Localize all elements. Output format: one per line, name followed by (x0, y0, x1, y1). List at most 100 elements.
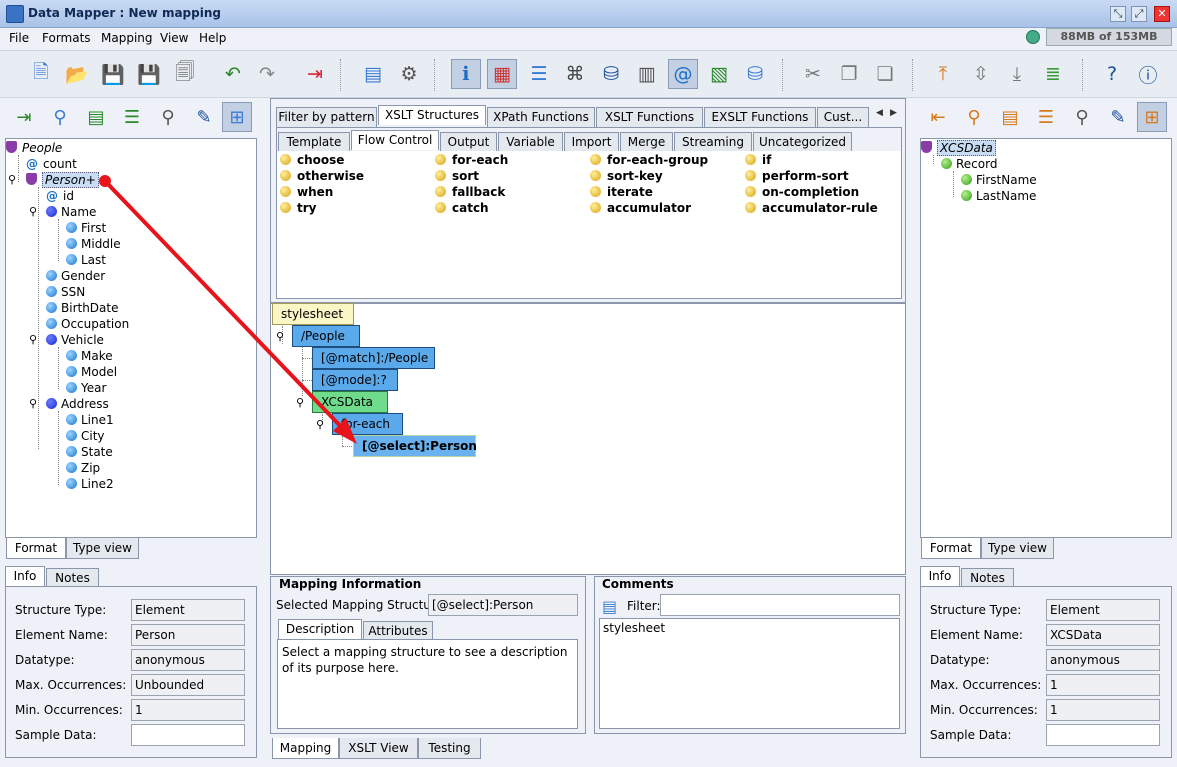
format-settings-icon[interactable]: ⚙ (394, 59, 424, 89)
tab-info-left[interactable]: Info (5, 566, 45, 586)
tree-node-xcsdata[interactable]: XCSData (921, 140, 996, 156)
list-icon[interactable]: ☰ (117, 102, 147, 132)
color-icon[interactable]: ▦ (487, 59, 517, 89)
tab-output[interactable]: Output (440, 132, 497, 152)
tree-node-gender[interactable]: Gender (46, 268, 105, 284)
tab-xpath-functions[interactable]: XPath Functions (487, 107, 595, 127)
tab-xslt-view[interactable]: XSLT View (339, 738, 418, 759)
move-node-icon[interactable]: ⇳ (966, 59, 996, 89)
tab-format-left[interactable]: Format (6, 538, 66, 559)
tab-type-view-left[interactable]: Type view (66, 538, 139, 559)
function-sort-key[interactable]: sort-key (590, 169, 708, 185)
layers-icon[interactable]: ≣ (1038, 59, 1068, 89)
tab-flow-control[interactable]: Flow Control (351, 130, 439, 150)
search-icon[interactable]: ⚲ (959, 102, 989, 132)
tree-node-record[interactable]: Record (941, 156, 997, 172)
maximize-icon[interactable]: ⤢ (1131, 6, 1147, 22)
restore-icon[interactable]: ⤡ (1110, 6, 1126, 22)
tree-node-first[interactable]: First (66, 220, 106, 236)
function-fallback[interactable]: fallback (435, 185, 508, 201)
expand-pin-icon[interactable]: ⚲ (8, 173, 16, 186)
at-format-icon[interactable]: @ (668, 59, 698, 89)
menu-mapping[interactable]: Mapping (101, 31, 153, 45)
tab-info-right[interactable]: Info (920, 566, 960, 586)
tree-node-city[interactable]: City (66, 428, 105, 444)
data-icon[interactable]: ▧ (704, 59, 734, 89)
menu-view[interactable]: View (160, 31, 188, 45)
comment-item[interactable]: stylesheet (603, 621, 896, 635)
tab-exslt-functions[interactable]: EXSLT Functions (704, 107, 816, 127)
map-node-xcsdata[interactable]: XCSData (312, 391, 388, 413)
expand-pin-icon[interactable]: ⚲ (29, 205, 37, 218)
cut-icon[interactable]: ✂ (798, 59, 828, 89)
paste-icon[interactable]: ❏ (870, 59, 900, 89)
tree-view-icon[interactable]: ⊞ (222, 102, 252, 132)
filter-input[interactable] (660, 594, 900, 616)
search-icon[interactable]: ⚲ (45, 102, 75, 132)
menu-formats[interactable]: Formats (42, 31, 91, 45)
expand-pin-icon[interactable]: ⚲ (29, 333, 37, 346)
tree-node-line2[interactable]: Line2 (66, 476, 114, 492)
map-node-for-each[interactable]: for-each (332, 413, 403, 435)
tree-node-zip[interactable]: Zip (66, 460, 100, 476)
document-list-icon[interactable]: ☰ (524, 59, 554, 89)
move-up-icon[interactable]: ⤒ (928, 59, 958, 89)
function-on-completion[interactable]: on-completion (745, 185, 878, 201)
function-catch[interactable]: catch (435, 201, 508, 217)
new-file-icon[interactable]: ▤ (81, 102, 111, 132)
open-icon[interactable]: 📂 (62, 59, 92, 89)
save-icon[interactable]: 💾 (98, 59, 128, 89)
edit-icon[interactable]: ✎ (1103, 102, 1133, 132)
tree-node-count[interactable]: @ count (26, 156, 77, 172)
tab-custom[interactable]: Cust... (817, 107, 869, 127)
scroll-tabs-left-icon[interactable]: ◀ (876, 108, 883, 118)
move-down-icon[interactable]: ⤓ (1002, 59, 1032, 89)
menu-help[interactable]: Help (199, 31, 226, 45)
tab-xslt-functions[interactable]: XSLT Functions (596, 107, 703, 127)
sample-data-input[interactable] (1046, 724, 1160, 746)
tree-node-address[interactable]: Address (46, 396, 109, 412)
edit-icon[interactable]: ✎ (189, 102, 219, 132)
xls-export-icon[interactable]: 🗐 (170, 59, 200, 89)
map-node-stylesheet[interactable]: stylesheet (272, 303, 354, 325)
garbage-collect-icon[interactable] (1026, 30, 1040, 44)
function-for-each-group[interactable]: for-each-group (590, 153, 708, 169)
save-db-icon[interactable]: ⛁ (596, 59, 626, 89)
tab-merge[interactable]: Merge (620, 132, 673, 152)
save-as-icon[interactable]: 💾 (134, 59, 164, 89)
function-sort[interactable]: sort (435, 169, 508, 185)
map-node-select[interactable]: [@select]:Person (353, 435, 477, 457)
tree-view-icon[interactable]: ⊞ (1137, 102, 1167, 132)
tab-xslt-structures[interactable]: XSLT Structures (378, 105, 486, 125)
menu-file[interactable]: File (9, 31, 29, 45)
tab-notes-right[interactable]: Notes (961, 568, 1014, 588)
sample-data-input[interactable] (131, 724, 245, 746)
tree-node-people[interactable]: People (6, 140, 62, 156)
scroll-tabs-right-icon[interactable]: ▶ (890, 108, 897, 118)
tree-node-lastname[interactable]: LastName (961, 188, 1036, 204)
tree-node-occupation[interactable]: Occupation (46, 316, 129, 332)
expand-pin-icon[interactable]: ⚲ (29, 397, 37, 410)
tree-node-year[interactable]: Year (66, 380, 106, 396)
tab-import[interactable]: Import (564, 132, 619, 152)
tree-node-last[interactable]: Last (66, 252, 106, 268)
function-for-each[interactable]: for-each (435, 153, 508, 169)
function-perform-sort[interactable]: perform-sort (745, 169, 878, 185)
close-icon[interactable]: ✕ (1154, 6, 1170, 22)
tree-node-id[interactable]: @ id (46, 188, 74, 204)
tab-format-right[interactable]: Format (921, 538, 981, 559)
export-format-icon[interactable]: ⇤ (923, 102, 953, 132)
expand-pin-icon[interactable]: ⚲ (276, 330, 284, 343)
import-format-icon[interactable]: ⇥ (9, 102, 39, 132)
tab-streaming[interactable]: Streaming (674, 132, 752, 152)
tree-node-middle[interactable]: Middle (66, 236, 121, 252)
expand-pin-icon[interactable]: ⚲ (316, 418, 324, 431)
preview-icon[interactable]: ⚲ (153, 102, 183, 132)
new-format-icon[interactable]: ▤ (358, 59, 388, 89)
tab-description[interactable]: Description (278, 619, 362, 639)
xslt-view-icon[interactable]: ⌘ (560, 59, 590, 89)
function-choose[interactable]: choose (280, 153, 364, 169)
copy-icon[interactable]: ❐ (834, 59, 864, 89)
tab-testing[interactable]: Testing (418, 738, 481, 759)
new-file-icon[interactable]: ▤ (995, 102, 1025, 132)
